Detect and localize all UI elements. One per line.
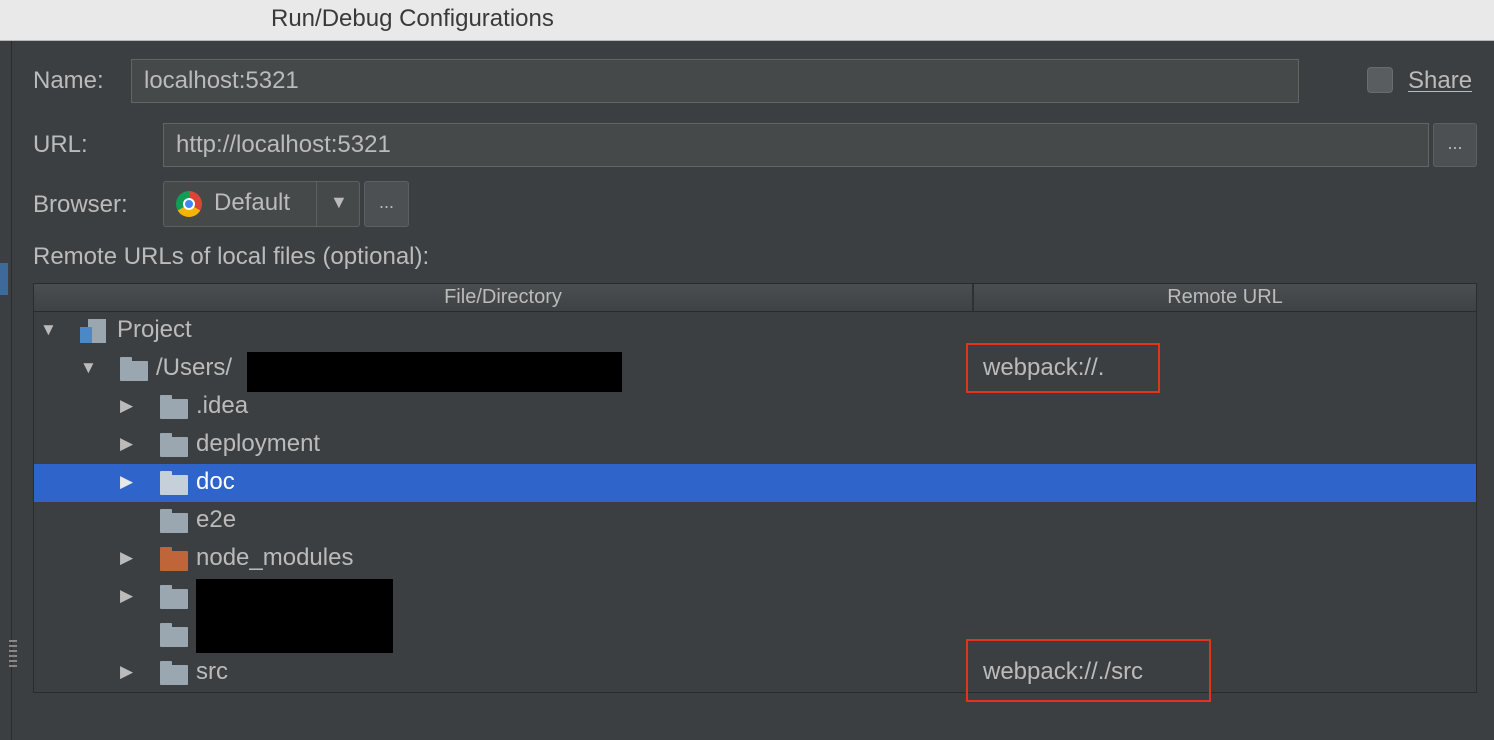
folder-icon — [160, 433, 188, 457]
folder-icon — [160, 471, 188, 495]
highlight-box-webpack-root — [966, 343, 1160, 393]
table-row[interactable]: ▶ node_modules — [34, 540, 1476, 578]
excluded-folder-icon — [160, 547, 188, 571]
row-name: Project — [117, 316, 192, 343]
table-row[interactable]: ▶ .idea — [34, 388, 1476, 426]
table-header: File/Directory Remote URL — [34, 284, 1476, 312]
folder-icon — [120, 357, 148, 381]
title-bar: Run/Debug Configurations — [0, 0, 1494, 41]
highlight-box-webpack-src — [966, 639, 1211, 702]
redacted-names — [196, 579, 393, 653]
column-header-file-directory[interactable]: File/Directory — [34, 286, 972, 309]
expand-toggle-icon[interactable]: ▶ — [120, 396, 133, 416]
table-row[interactable]: e2e — [34, 502, 1476, 540]
remote-urls-table[interactable]: File/Directory Remote URL ▼ Project ▼ /U… — [33, 283, 1477, 693]
row-name: deployment — [196, 430, 321, 457]
column-header-remote-url[interactable]: Remote URL — [974, 286, 1476, 309]
row-name: /Users/ — [156, 354, 233, 381]
resize-grip-icon[interactable] — [9, 640, 17, 670]
row-name: src — [196, 658, 228, 685]
browser-select-divider — [316, 182, 317, 226]
expand-toggle-icon[interactable]: ▶ — [120, 472, 133, 492]
expand-toggle-icon[interactable]: ▶ — [120, 548, 133, 568]
expand-toggle-icon[interactable]: ▶ — [120, 434, 133, 454]
folder-icon — [160, 509, 188, 533]
browser-select[interactable]: Default ▼ — [163, 181, 360, 227]
chrome-icon — [176, 191, 202, 217]
browser-label: Browser: — [33, 191, 128, 218]
row-name: doc — [196, 468, 235, 495]
window-title: Run/Debug Configurations — [271, 5, 554, 32]
share-label[interactable]: Share — [1408, 67, 1472, 95]
url-browse-button[interactable]: ... — [1433, 123, 1477, 167]
remote-urls-section-label: Remote URLs of local files (optional): — [33, 243, 430, 270]
table-row[interactable]: ▼ /Users/ webpack://. — [34, 350, 1476, 392]
expand-toggle-icon[interactable]: ▶ — [120, 662, 133, 682]
redacted-path — [247, 352, 622, 392]
browser-more-button[interactable]: ... — [364, 181, 409, 227]
config-sidebar[interactable] — [0, 41, 12, 740]
expand-toggle-icon[interactable]: ▶ — [120, 586, 133, 606]
share-checkbox[interactable] — [1367, 67, 1393, 93]
table-row[interactable]: ▶ src webpack://./src — [34, 654, 1476, 692]
url-label: URL: — [33, 131, 88, 158]
expand-toggle-icon[interactable]: ▼ — [40, 320, 57, 340]
name-label: Name: — [33, 67, 104, 94]
table-row[interactable]: ▶ deployment — [34, 426, 1476, 464]
table-row-selected[interactable]: ▶ doc — [34, 464, 1476, 502]
folder-icon — [160, 661, 188, 685]
row-name: node_modules — [196, 544, 354, 571]
folder-icon — [160, 623, 188, 647]
chevron-down-icon[interactable]: ▼ — [330, 192, 348, 213]
row-name: e2e — [196, 506, 237, 533]
sidebar-selection-marker — [0, 263, 8, 295]
project-icon — [80, 319, 106, 345]
row-name: .idea — [196, 392, 249, 419]
folder-icon — [160, 395, 188, 419]
name-field[interactable]: localhost:5321 — [131, 59, 1299, 103]
browser-select-value: Default — [214, 189, 291, 216]
table-row[interactable]: ▼ Project — [34, 312, 1476, 350]
folder-icon — [160, 585, 188, 609]
url-field[interactable]: http://localhost:5321 — [163, 123, 1429, 167]
expand-toggle-icon[interactable]: ▼ — [80, 358, 97, 378]
